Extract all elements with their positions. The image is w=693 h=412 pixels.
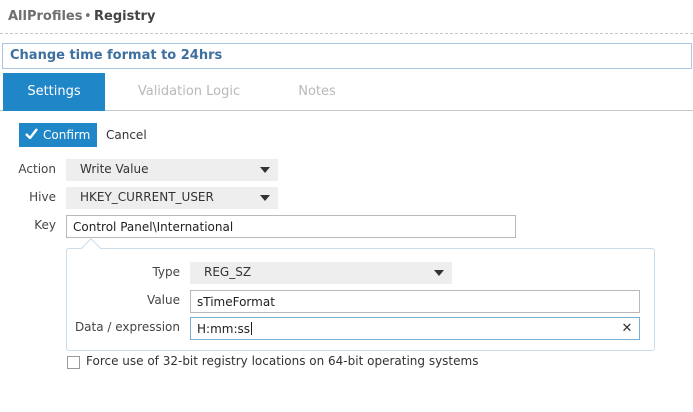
breadcrumb-divider: [0, 33, 693, 34]
type-select[interactable]: REG_SZ: [190, 262, 452, 284]
tab-notes[interactable]: Notes: [292, 73, 342, 111]
action-label: Action: [18, 162, 56, 176]
data-expression-label: Data / expression: [74, 320, 180, 334]
type-select-value: REG_SZ: [204, 265, 252, 279]
breadcrumb-root[interactable]: AllProfiles: [8, 9, 83, 24]
page-title[interactable]: Change time format to 24hrs: [2, 43, 692, 69]
type-label: Type: [152, 265, 180, 279]
checkmark-icon: [25, 128, 39, 142]
force-32bit-label[interactable]: Force use of 32-bit registry locations o…: [86, 354, 478, 368]
action-select-value: Write Value: [80, 162, 149, 176]
hive-select-value: HKEY_CURRENT_USER: [80, 190, 214, 204]
confirm-button[interactable]: Confirm: [19, 123, 97, 147]
confirm-button-label: Confirm: [43, 128, 91, 142]
action-select[interactable]: Write Value: [66, 159, 278, 181]
hive-select[interactable]: HKEY_CURRENT_USER: [66, 187, 278, 209]
tab-validation-logic[interactable]: Validation Logic: [133, 73, 245, 111]
breadcrumb-current: Registry: [94, 9, 156, 24]
value-input[interactable]: sTimeFormat: [190, 290, 640, 313]
breadcrumb-separator: •: [84, 9, 92, 24]
key-label: Key: [34, 218, 56, 232]
tab-settings[interactable]: Settings: [3, 73, 105, 111]
text-cursor: [251, 322, 252, 335]
data-expression-input[interactable]: H:mm:ss: [190, 317, 640, 340]
data-expression-value: H:mm:ss: [197, 322, 250, 336]
chevron-down-icon: [434, 270, 444, 276]
close-icon[interactable]: ✕: [619, 320, 635, 338]
value-label: Value: [147, 293, 180, 307]
hive-label: Hive: [29, 190, 56, 204]
chevron-down-icon: [260, 195, 270, 201]
chevron-down-icon: [260, 167, 270, 173]
key-input[interactable]: Control Panel\International: [66, 215, 516, 238]
cancel-button[interactable]: Cancel: [106, 123, 147, 147]
force-32bit-checkbox[interactable]: [67, 356, 80, 369]
